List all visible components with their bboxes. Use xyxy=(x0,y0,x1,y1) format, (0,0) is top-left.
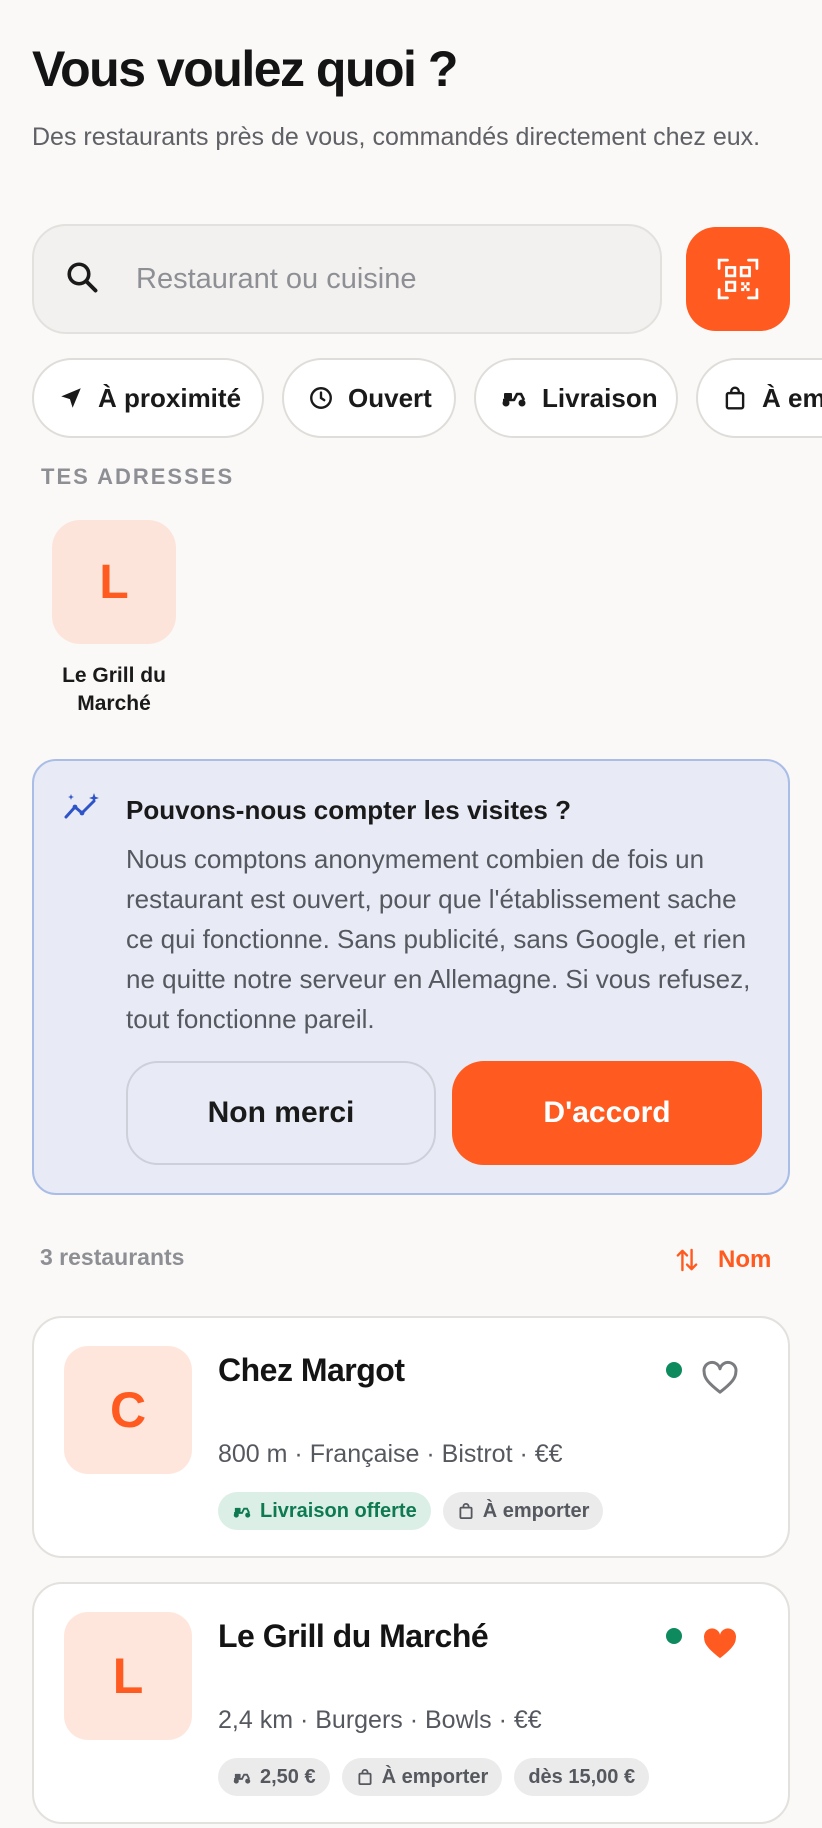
tag-label: dès 15,00 € xyxy=(528,1765,636,1788)
filter-label: Ouvert xyxy=(348,382,432,413)
restaurant-card[interactable]: C Chez Margot 800 m · Française · Bistro… xyxy=(32,1316,790,1558)
filter-chips: À proximité Ouvert Livraison À emporte xyxy=(32,358,822,438)
navigation-arrow-icon xyxy=(61,388,81,408)
restaurant-name: Chez Margot xyxy=(218,1352,405,1388)
screen: Vous voulez quoi ? Des restaurants près … xyxy=(0,0,822,1828)
shopping-bag-icon xyxy=(459,1503,473,1520)
restaurant-name: Le Grill du Marché xyxy=(218,1618,489,1654)
page-title: Vous voulez quoi ? xyxy=(32,41,458,97)
tag-takeaway: À emporter xyxy=(341,1758,503,1796)
saved-address-item[interactable]: L Le Grill du Marché xyxy=(48,520,180,718)
shopping-bag-icon xyxy=(358,1769,372,1786)
filter-label: À emporter xyxy=(762,382,822,413)
sort-label: Nom xyxy=(718,1246,772,1273)
address-initial-tile: L xyxy=(52,520,176,644)
restaurant-meta: 800 m · Française · Bistrot · €€ xyxy=(218,1440,563,1468)
restaurant-initial-tile: C xyxy=(64,1346,192,1474)
shopping-bag-icon xyxy=(725,386,745,410)
qr-scan-button[interactable] xyxy=(686,227,790,331)
open-status-dot xyxy=(666,1628,682,1644)
clock-icon xyxy=(310,387,332,409)
tag-label: Livraison offerte xyxy=(260,1499,417,1522)
tag-label: À emporter xyxy=(381,1765,489,1788)
tag-free-delivery: Livraison offerte xyxy=(218,1492,431,1530)
filter-open[interactable]: Ouvert xyxy=(282,358,456,438)
restaurant-tags: 2,50 € À emporter dès 15,00 € xyxy=(218,1758,650,1796)
search-icon xyxy=(67,262,98,293)
analytics-sparkle-icon xyxy=(64,793,99,819)
address-name: Le Grill du Marché xyxy=(62,664,166,715)
filter-label: Livraison xyxy=(542,382,658,413)
decline-button[interactable]: Non merci xyxy=(126,1061,436,1165)
analytics-consent-card: Pouvons-nous compter les visites ? Nous … xyxy=(32,759,790,1195)
page-subtitle: Des restaurants près de vous, commandés … xyxy=(32,123,761,151)
restaurant-meta: 2,4 km · Burgers · Bowls · €€ xyxy=(218,1706,542,1734)
heart-outline-icon[interactable] xyxy=(700,1358,740,1398)
search-input[interactable] xyxy=(136,256,616,302)
filter-delivery[interactable]: Livraison xyxy=(474,358,678,438)
filter-takeaway[interactable]: À emporter xyxy=(696,358,822,438)
restaurant-count: 3 restaurants xyxy=(40,1244,185,1270)
sort-button[interactable]: Nom xyxy=(676,1238,771,1282)
qr-code-icon xyxy=(717,258,759,300)
consent-body: Nous comptons anonymement combien de foi… xyxy=(126,844,751,1034)
scooter-icon xyxy=(233,1773,251,1784)
filter-nearby[interactable]: À proximité xyxy=(32,358,264,438)
restaurant-card[interactable]: L Le Grill du Marché 2,4 km · Burgers · … xyxy=(32,1582,790,1824)
restaurant-tags: Livraison offerte À emporter xyxy=(218,1492,604,1530)
scooter-icon xyxy=(502,392,526,407)
tag-min-order: dès 15,00 € xyxy=(514,1758,650,1796)
tag-label: À emporter xyxy=(482,1499,590,1522)
filter-label: À proximité xyxy=(98,382,242,413)
scooter-icon xyxy=(233,1507,251,1518)
sort-arrows-icon xyxy=(676,1248,698,1272)
tag-label: 2,50 € xyxy=(260,1765,316,1788)
tag-delivery-fee: 2,50 € xyxy=(218,1758,330,1796)
heart-filled-icon[interactable] xyxy=(700,1624,740,1664)
accept-button[interactable]: D'accord xyxy=(452,1061,762,1165)
restaurant-initial-tile: L xyxy=(64,1612,192,1740)
search-bar[interactable] xyxy=(32,224,662,334)
open-status-dot xyxy=(666,1362,682,1378)
consent-heading: Pouvons-nous compter les visites ? xyxy=(126,795,571,825)
tag-takeaway: À emporter xyxy=(442,1492,604,1530)
addresses-section-label: TES ADRESSES xyxy=(41,464,235,489)
